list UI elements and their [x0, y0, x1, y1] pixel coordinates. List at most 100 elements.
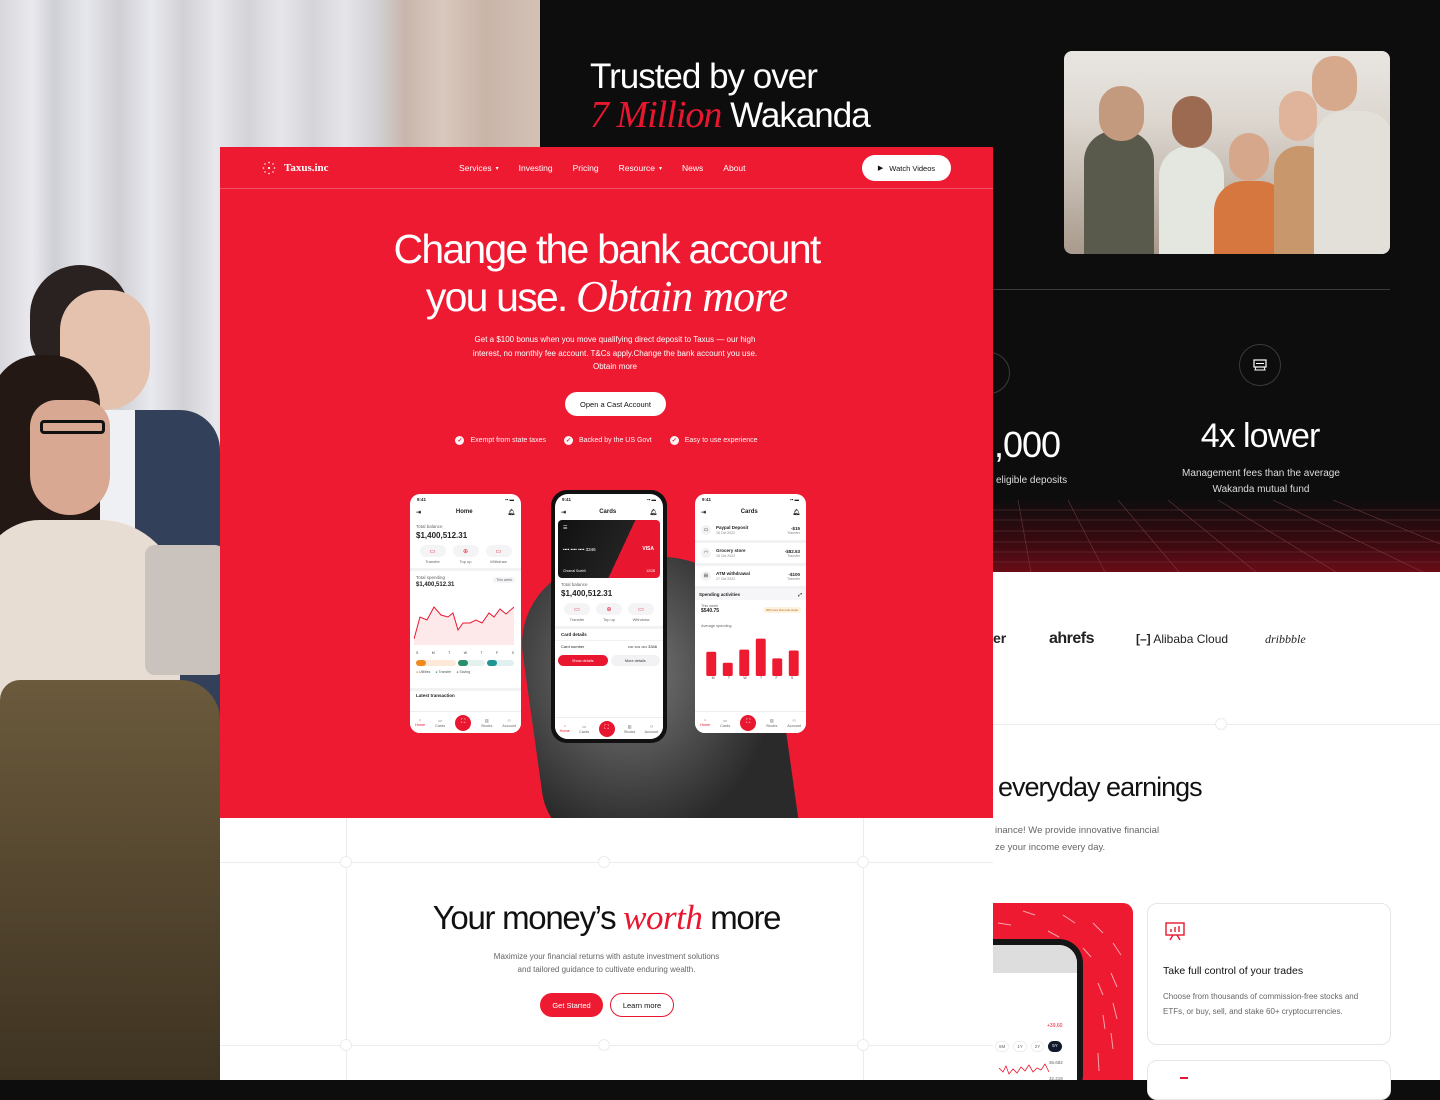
plus-circle-icon: ⊕ [452, 545, 479, 557]
grid-node [340, 856, 352, 868]
spending-bar [706, 651, 717, 676]
action-topup[interactable]: ⊕ Top up [452, 545, 479, 564]
partner-logo-alibaba: [–] Alibaba Cloud [1136, 632, 1228, 646]
get-started-button[interactable]: Get Started [540, 993, 603, 1017]
transfer-icon[interactable]: ⇥ [416, 509, 421, 516]
spending-bar [722, 662, 733, 676]
scan-button[interactable]: ⛶ [598, 720, 615, 737]
nav-pricing[interactable]: Pricing [573, 163, 599, 173]
home-icon: ⌂ [418, 718, 422, 722]
day-label: T [448, 651, 451, 655]
day-label: S [511, 651, 514, 655]
worth-sub-line1: Maximize your financial returns with ast… [493, 952, 720, 961]
bar-day-label: T [727, 676, 731, 680]
open-account-button[interactable]: Open a Cast Account [565, 392, 666, 416]
earnings-heading: everyday earnings [998, 772, 1203, 802]
watch-videos-button[interactable]: ▶ Watch Videos [862, 155, 951, 181]
transfer-icon: ▭ [419, 545, 446, 557]
period-select[interactable]: This week [493, 577, 515, 583]
transaction-row[interactable]: ⊞ ATM withdrawal 17 Oct 2022 -$100 Transfer [695, 566, 806, 589]
card-holder: Chomal Suehli [563, 569, 586, 573]
screen-title: Cards [740, 509, 758, 515]
nav-investing[interactable]: Investing [519, 163, 553, 173]
wallet-icon: ▭ [701, 525, 711, 535]
tab-stocks[interactable]: ▥ Stocks [481, 718, 492, 728]
nav-label: Resource [618, 163, 656, 173]
phone-home-screen: 9:41 ▪▪ ▬ ⇥ Home 🔔︎ Total balance $1,400,51… [410, 494, 521, 733]
brand-logo[interactable]: Taxus.inc [262, 161, 329, 175]
tab-account[interactable]: ⚇ Account [645, 724, 659, 734]
tab-cards[interactable]: ▭ Cards [435, 718, 445, 728]
tab-home[interactable]: ⌂ Home [700, 718, 710, 727]
tab-cards[interactable]: ▭ Cards [720, 718, 730, 728]
feature-icon [1180, 1077, 1188, 1079]
earnings-subtitle: inance! We provide innovative financial … [995, 822, 1159, 856]
day-label: F [496, 651, 499, 655]
card-icon: ▭ [582, 724, 586, 729]
spending-bar-chart [706, 638, 799, 676]
learn-more-button[interactable]: Learn more [610, 993, 674, 1017]
range-6m[interactable]: 6M [995, 1041, 1010, 1052]
trade-feature-card[interactable]: Take full control of your trades Choose … [1147, 903, 1391, 1045]
day-label: W [463, 651, 468, 655]
tab-home[interactable]: ⌂ Home [415, 718, 425, 727]
worth-heading: Your money’s worth more [220, 898, 993, 938]
balance-label: Total balance [416, 524, 443, 529]
withdraw-icon: ▭ [485, 545, 512, 557]
trade-card-body: Choose from thousands of commission-free… [1163, 992, 1359, 1016]
shopping-bag-icon: ◠ [701, 548, 711, 558]
worth-title-part1: Your money’s [432, 899, 617, 936]
range-1y[interactable]: 1Y [1013, 1041, 1027, 1052]
tab-stocks[interactable]: ▥ Stocks [766, 718, 777, 728]
bell-icon[interactable]: 🔔︎ [649, 509, 657, 516]
scan-button[interactable]: ⛶ [455, 714, 472, 731]
bell-icon[interactable]: 🔔︎ [792, 509, 800, 516]
bell-icon[interactable]: 🔔︎ [507, 509, 515, 516]
nav-news[interactable]: News [682, 163, 703, 173]
tab-account[interactable]: ⚇ Account [502, 718, 516, 728]
tab-home[interactable]: ⌂ Home [560, 724, 570, 733]
stock-app-card: +39,60 6M 1Y 2Y 5Y 36.682 32.219 [993, 903, 1133, 1080]
transaction-row[interactable]: ◠ Grocery store 15 Oct 2022 -$82.53 Transfer [695, 543, 806, 566]
hero-subtitle: Get a $100 bonus when you move qualifyin… [472, 335, 758, 371]
screen-title: Home [455, 509, 473, 515]
transfer-icon[interactable]: ⇥ [561, 509, 566, 516]
scan-button[interactable]: ⛶ [740, 714, 757, 731]
show-details-button[interactable]: Show details [558, 655, 608, 666]
action-withdraw[interactable]: ▭ Withdraw [628, 603, 654, 622]
spending-bar [772, 658, 783, 676]
action-topup[interactable]: ⊕ Top up [596, 603, 622, 622]
tab-stocks[interactable]: ▥ Stocks [624, 724, 635, 734]
nav-resource[interactable]: Resource ▾ [619, 163, 662, 173]
nav-services[interactable]: Services ▾ [459, 163, 499, 173]
action-transfer[interactable]: ▭ Transfer [419, 545, 446, 564]
alibaba-label: Alibaba Cloud [1153, 632, 1229, 646]
bank-card[interactable]: ☰ •••• •••• •••• 3346 VISA Chomal Suehli… [558, 520, 660, 578]
team-photo [1064, 51, 1390, 254]
category-bar [416, 660, 514, 666]
action-transfer[interactable]: ▭ Transfer [564, 603, 590, 622]
range-selector: 6M 1Y 2Y 5Y [995, 1041, 1062, 1052]
worth-title-part2: more [710, 899, 781, 936]
phone-screen: +39,60 6M 1Y 2Y 5Y 36.682 32.219 [993, 945, 1077, 1080]
feature-card[interactable] [1147, 1060, 1391, 1100]
chevron-down-icon: ▾ [659, 165, 663, 172]
bar-chart-icon: ▥ [627, 724, 632, 729]
more-details-button[interactable]: More details [610, 655, 660, 666]
spending-line-chart [414, 606, 514, 645]
day-label: M [431, 651, 435, 655]
tab-account[interactable]: ⚇ Account [787, 718, 801, 728]
alibaba-icon: [–] [1136, 632, 1151, 646]
transaction-row[interactable]: ▭ Paypal Deposit 15 Oct 2022 -$15 Transfer [695, 520, 806, 543]
stat-value: 4x lower [1200, 417, 1321, 455]
action-withdraw[interactable]: ▭ Withdraw [485, 545, 512, 564]
grid-node [857, 1039, 869, 1051]
worth-title-italic: worth [623, 898, 703, 937]
woman-glasses [40, 420, 105, 434]
tab-cards[interactable]: ▭ Cards [579, 724, 589, 734]
range-5y[interactable]: 5Y [1048, 1041, 1062, 1052]
nav-about[interactable]: About [723, 163, 745, 173]
range-2y[interactable]: 2Y [1030, 1041, 1045, 1052]
transfer-icon[interactable]: ⇥ [701, 509, 706, 516]
expand-icon[interactable]: ⤢ [798, 592, 802, 597]
